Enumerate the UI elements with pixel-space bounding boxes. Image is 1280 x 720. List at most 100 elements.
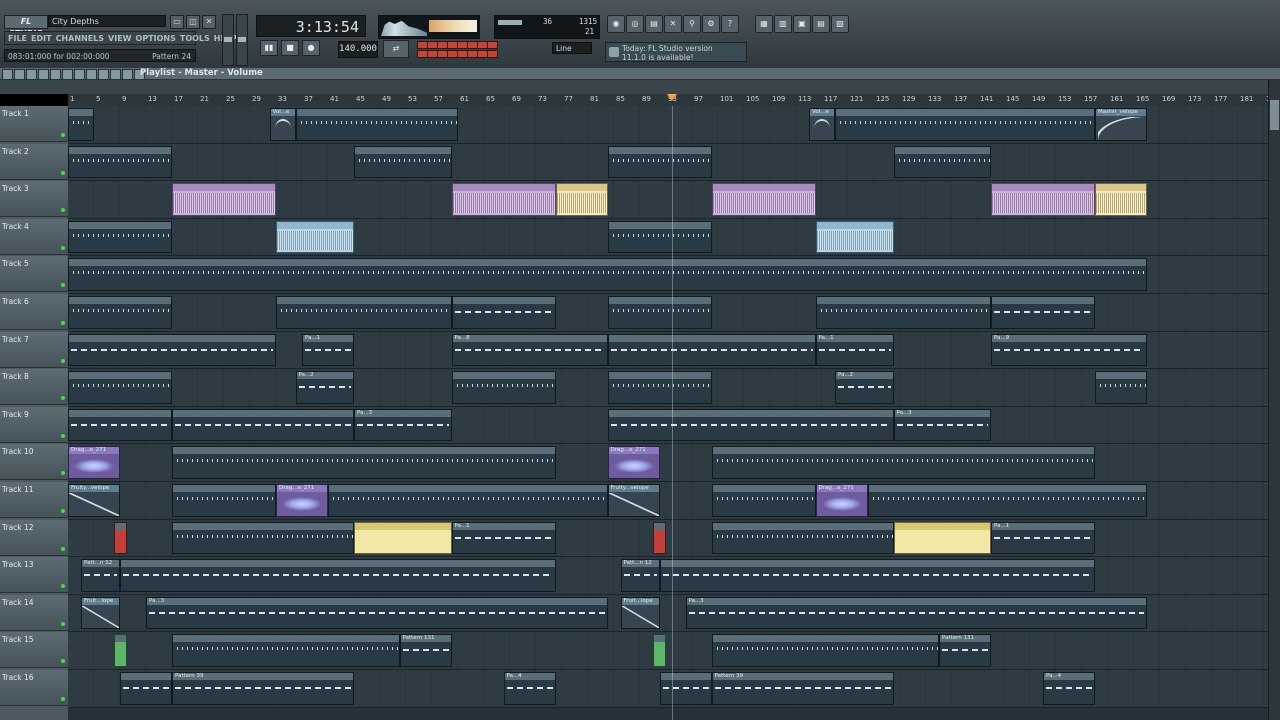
track-lane[interactable]: Patt...n 12 Patt...n 12 (68, 557, 1268, 595)
playlist-clip[interactable] (172, 446, 556, 479)
playlist-clip[interactable] (68, 296, 172, 329)
playback-marker-icon[interactable] (667, 94, 677, 101)
tool-icon[interactable] (50, 69, 61, 80)
playlist-clip[interactable]: Pa...4 (1043, 672, 1095, 705)
view-e-icon[interactable]: ▧ (831, 15, 849, 33)
track-lane[interactable]: Pattern 39 Pa...4 Pattern 39 Pa...4 (68, 670, 1268, 708)
playlist-clip[interactable]: Pattern 39 (711, 672, 894, 705)
playlist-clip[interactable]: Pa...3 (146, 596, 608, 630)
track-enable-led[interactable] (61, 697, 65, 701)
playlist-clip[interactable] (68, 108, 94, 141)
track-header[interactable]: Track 1 (0, 106, 68, 142)
track-lane[interactable]: Fruity...velope Drag...e_271 Fruity...velo… (68, 482, 1268, 520)
track-header[interactable]: Track 4 (0, 218, 68, 255)
playlist-clip[interactable] (68, 220, 172, 254)
playlist-clip[interactable] (991, 296, 1095, 329)
help-icon[interactable]: ? (721, 15, 739, 33)
track-lane[interactable]: Pa...1 Pa...8 Pa...1 Pa...9 (68, 331, 1268, 370)
scrollbar-thumb[interactable] (1270, 100, 1279, 130)
track-header[interactable]: Track 11 (0, 482, 68, 518)
track-enable-led[interactable] (61, 509, 65, 513)
playlist-clip[interactable] (607, 145, 712, 179)
playlist-clip[interactable]: Pa...9 (991, 333, 1147, 367)
playlist-clip[interactable] (607, 408, 894, 442)
playlist-clip[interactable]: Pattern 39 (172, 672, 354, 705)
playlist-clip[interactable] (68, 333, 276, 367)
playlist-clip[interactable] (711, 521, 894, 555)
track-header[interactable]: Track 7 (0, 331, 68, 368)
vertical-scrollbar[interactable] (1268, 80, 1280, 720)
track-enable-led[interactable] (61, 321, 65, 325)
playlist-clip[interactable] (68, 408, 172, 442)
playlist-clip[interactable] (607, 296, 712, 329)
rec-btn[interactable] (487, 41, 498, 49)
mixer-icon[interactable]: ⚲ (683, 15, 701, 33)
playlist-clip[interactable]: Pa...3 (893, 408, 991, 442)
stop-icon[interactable]: ■ (281, 40, 299, 56)
playlist-clip[interactable] (172, 634, 400, 667)
track-header[interactable]: Track 13 (0, 557, 68, 594)
playlist-clip[interactable]: Pa...3 (354, 408, 452, 442)
track-header[interactable]: Track 3 (0, 181, 68, 218)
rec-btn[interactable] (487, 50, 498, 58)
tool-icon[interactable] (38, 69, 49, 80)
track-enable-led[interactable] (61, 659, 65, 664)
playlist-clip[interactable] (120, 559, 556, 592)
track-lane[interactable] (68, 143, 1268, 182)
menu-edit[interactable]: EDIT (31, 34, 52, 43)
browser-icon[interactable]: ▤ (645, 15, 663, 33)
playlist-clip[interactable] (354, 145, 452, 179)
playlist-clip[interactable] (659, 559, 1095, 592)
playlist-clip[interactable]: Pa...8 (451, 333, 608, 367)
playlist-clip[interactable]: Vol...e (809, 108, 835, 141)
playlist-clip[interactable] (172, 183, 276, 216)
pattern-song-toggle[interactable]: ⇄ (383, 40, 409, 58)
tool-icon[interactable] (122, 69, 133, 80)
playlist-clip[interactable]: Drag...e_271 (815, 484, 868, 517)
menu-tools[interactable]: TOOLS (180, 34, 210, 43)
pause-icon[interactable]: ▮▮ (260, 40, 278, 56)
track-lane[interactable] (68, 294, 1268, 332)
playlist-clip[interactable] (451, 183, 556, 216)
playlist-clip[interactable]: Pa...1 (815, 333, 894, 367)
master-volume-slider[interactable] (222, 14, 234, 66)
menu-file[interactable]: FILE (8, 34, 27, 43)
track-header[interactable]: Track 16 (0, 670, 68, 706)
track-lane[interactable] (68, 256, 1268, 294)
playlist-clip[interactable]: Pa...2 (835, 371, 894, 404)
playlist-clip[interactable] (276, 296, 452, 329)
playlist-clip[interactable]: Pa...3 (685, 596, 1147, 630)
track-lane[interactable]: Pattern 131 Pattern 131 (68, 632, 1268, 670)
snap-selector[interactable]: Line (552, 42, 592, 54)
track-enable-led[interactable] (61, 621, 65, 626)
minimize-icon[interactable]: ▭ (170, 15, 184, 29)
playlist-clip[interactable] (607, 333, 816, 367)
track-lane[interactable]: Fruit...lope Pa...3 Fruit...lope Pa...3 (68, 594, 1268, 633)
track-enable-led[interactable] (61, 358, 65, 363)
view-c-icon[interactable]: ▣ (793, 15, 811, 33)
pattern-selector[interactable]: Pattern 24 (152, 50, 191, 63)
playlist-clip[interactable]: Patt...n 12 (620, 559, 660, 592)
track-lane[interactable]: Pa...2 Pa...2 (68, 369, 1268, 407)
playlist-clip[interactable] (172, 484, 276, 517)
restore-icon[interactable]: ◫ (186, 15, 200, 29)
playlist-clip[interactable] (328, 484, 608, 517)
playlist-clip[interactable]: Fruity...velope (68, 484, 120, 517)
channel-rack-icon[interactable]: ✕ (664, 15, 682, 33)
project-title[interactable]: City Depths (48, 15, 166, 27)
playlist-clip[interactable] (835, 108, 1095, 141)
tool-icon[interactable] (26, 69, 37, 80)
playlist-clip[interactable]: Drag...e_271 (276, 484, 328, 517)
record-icon[interactable]: ● (302, 40, 320, 56)
playlist-clip[interactable]: Fruit...lope (620, 596, 660, 630)
playlist-clip[interactable] (354, 521, 452, 555)
playlist-clip[interactable] (68, 258, 1147, 291)
track-lane[interactable]: Pa...1 Pa...1 (68, 519, 1268, 558)
playlist-clip[interactable]: Pa...1 (302, 333, 354, 367)
playlist-clip[interactable] (815, 220, 894, 254)
playlist-clip[interactable] (659, 672, 712, 705)
track-header[interactable]: Track 5 (0, 256, 68, 293)
tool-icon[interactable] (110, 69, 121, 80)
view-a-icon[interactable]: ▦ (755, 15, 773, 33)
track-header[interactable]: Track 2 (0, 143, 68, 180)
